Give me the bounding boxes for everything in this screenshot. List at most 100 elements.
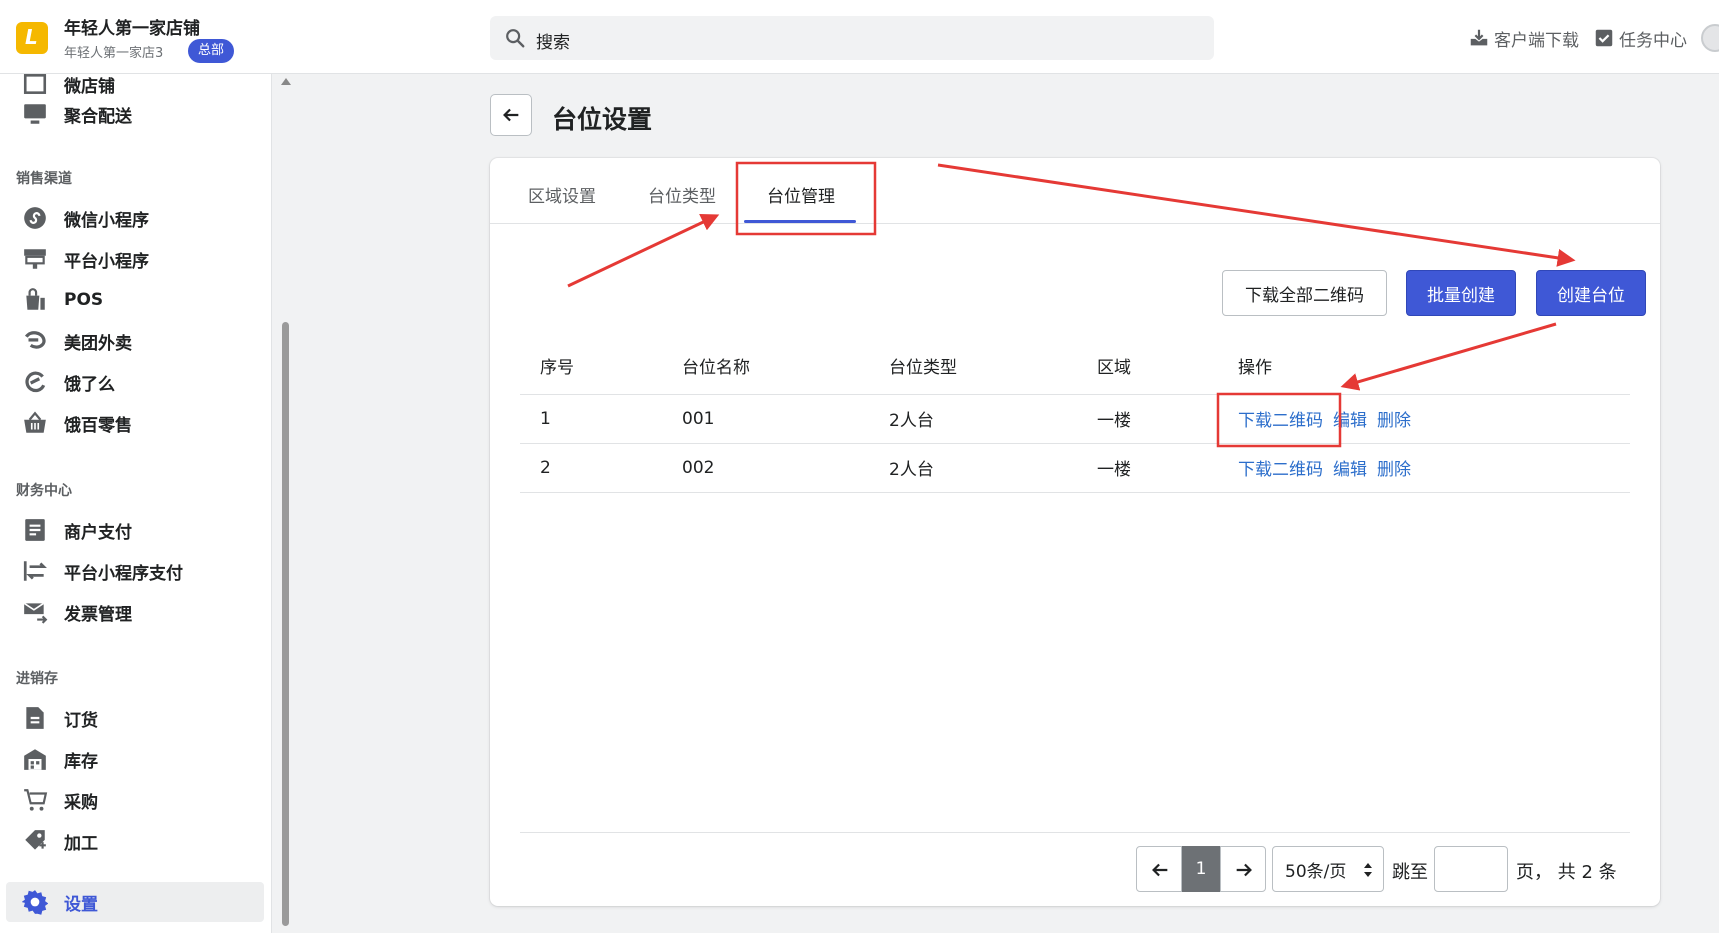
sidebar-item-order[interactable]: 订货 bbox=[0, 698, 262, 738]
cell-actions: 下载二维码 编辑 删除 bbox=[1218, 394, 1630, 444]
sidebar-item-platform-miniprogram[interactable]: 平台小程序 bbox=[0, 239, 262, 279]
create-table-button[interactable]: 创建台位 bbox=[1536, 270, 1646, 316]
sidebar-item-delivery[interactable]: 聚合配送 bbox=[0, 94, 262, 134]
edit-link[interactable]: 编辑 bbox=[1333, 460, 1367, 480]
download-all-qrcode-button[interactable]: 下载全部二维码 bbox=[1222, 270, 1387, 316]
jump-to-label: 跳至 bbox=[1392, 862, 1428, 883]
download-qrcode-link[interactable]: 下载二维码 bbox=[1238, 460, 1323, 480]
arrow-left-icon bbox=[503, 108, 519, 122]
cell-type: 2人台 bbox=[869, 443, 1077, 493]
basket-icon bbox=[24, 411, 46, 433]
arrow-left-icon bbox=[1152, 863, 1168, 877]
invoice-icon bbox=[23, 602, 48, 624]
sidebar-item-processing[interactable]: 加工 bbox=[0, 821, 262, 861]
app-logo bbox=[16, 22, 48, 54]
sidebar-item-label: 订货 bbox=[64, 710, 98, 731]
avatar[interactable] bbox=[1701, 24, 1719, 52]
download-qrcode-link[interactable]: 下载二维码 bbox=[1238, 411, 1323, 431]
shop-subtitle: 年轻人第一家店3 bbox=[64, 46, 164, 61]
cell-index: 1 bbox=[520, 394, 662, 444]
cell-index: 2 bbox=[520, 443, 662, 493]
batch-create-button[interactable]: 批量创建 bbox=[1406, 270, 1516, 316]
tab-area-settings[interactable]: 区域设置 bbox=[528, 182, 596, 207]
delete-link[interactable]: 删除 bbox=[1377, 460, 1411, 480]
column-header-index: 序号 bbox=[520, 338, 662, 395]
column-header-actions: 操作 bbox=[1218, 338, 1630, 395]
purchase-icon bbox=[24, 789, 48, 811]
sidebar-item-wechat-miniprogram[interactable]: 微信小程序 bbox=[0, 198, 262, 238]
sidebar: 微店铺 聚合配送 销售渠道 微信小程序 平台小程序 POS 美团外卖 饿了么 饿… bbox=[0, 74, 272, 933]
cell-type: 2人台 bbox=[869, 394, 1077, 444]
select-caret-icon bbox=[1364, 863, 1372, 877]
pagination-total: 页， 共 2 条 bbox=[1516, 862, 1617, 883]
search-icon bbox=[506, 29, 525, 48]
sidebar-item-merchant-pay[interactable]: 商户支付 bbox=[0, 510, 262, 550]
transfer-icon bbox=[23, 561, 47, 581]
warehouse-icon bbox=[24, 749, 46, 770]
top-actions: 客户端下载 任务中心 bbox=[1468, 24, 1719, 52]
page-title: 台位设置 bbox=[552, 105, 653, 134]
edit-link[interactable]: 编辑 bbox=[1333, 411, 1367, 431]
sidebar-item-label: 平台小程序 bbox=[64, 251, 149, 272]
column-header-type: 台位类型 bbox=[869, 338, 1077, 395]
eleme-icon bbox=[25, 371, 46, 393]
next-page-button[interactable] bbox=[1220, 846, 1266, 892]
gear-icon bbox=[22, 890, 48, 915]
delete-link[interactable]: 删除 bbox=[1377, 411, 1411, 431]
sidebar-item-purchase[interactable]: 采购 bbox=[0, 780, 262, 820]
shop-name[interactable]: 年轻人第一家店铺 bbox=[64, 14, 200, 39]
tab-bar: 区域设置 台位类型 台位管理 bbox=[490, 158, 1660, 224]
table-row: 2 002 2人台 一楼 下载二维码 编辑 删除 bbox=[520, 443, 1630, 493]
column-header-name: 台位名称 bbox=[662, 338, 869, 395]
jump-page-input[interactable] bbox=[1434, 846, 1508, 892]
sidebar-item-settings[interactable]: 设置 bbox=[6, 882, 264, 922]
cell-area: 一楼 bbox=[1077, 394, 1218, 444]
sidebar-item-stock[interactable]: 库存 bbox=[0, 739, 262, 779]
tab-table-type[interactable]: 台位类型 bbox=[648, 182, 716, 207]
search-placeholder: 搜索 bbox=[536, 33, 570, 53]
sidebar-item-invoice[interactable]: 发票管理 bbox=[0, 592, 262, 632]
kiosk-icon bbox=[24, 249, 46, 269]
table-header-row: 序号 台位名称 台位类型 区域 操作 bbox=[520, 338, 1630, 395]
active-tab-indicator bbox=[744, 220, 856, 223]
sidebar-item-ebai[interactable]: 饿百零售 bbox=[0, 403, 262, 443]
sidebar-item-label: 发票管理 bbox=[64, 604, 132, 625]
sidebar-item-label: 聚合配送 bbox=[64, 106, 132, 127]
process-icon bbox=[25, 830, 46, 850]
table-row: 1 001 2人台 一楼 下载二维码 编辑 删除 bbox=[520, 394, 1630, 444]
sidebar-item-eleme[interactable]: 饿了么 bbox=[0, 362, 262, 402]
task-center-label: 任务中心 bbox=[1619, 30, 1687, 51]
task-center-button[interactable]: 任务中心 bbox=[1593, 26, 1687, 51]
tab-table-management[interactable]: 台位管理 bbox=[767, 182, 835, 207]
back-button[interactable] bbox=[490, 94, 532, 136]
content-card: 区域设置 台位类型 台位管理 下载全部二维码 批量创建 创建台位 序号 台位名称… bbox=[490, 158, 1660, 906]
cell-area: 一楼 bbox=[1077, 443, 1218, 493]
sidebar-item-platform-pay[interactable]: 平台小程序支付 bbox=[0, 551, 262, 591]
sidebar-item-label: 设置 bbox=[64, 894, 98, 915]
miniprogram-icon bbox=[24, 207, 46, 229]
sidebar-item-pos[interactable]: POS bbox=[0, 280, 262, 320]
task-icon bbox=[1595, 29, 1613, 47]
sidebar-item-meituan[interactable]: 美团外卖 bbox=[0, 321, 262, 361]
sidebar-item-label: 微信小程序 bbox=[64, 210, 149, 231]
scroll-up-arrow-icon[interactable] bbox=[281, 78, 291, 85]
top-bar: 年轻人第一家店铺 年轻人第一家店3 总部 搜索 客户端下载 任务中心 bbox=[0, 0, 1719, 74]
document-icon bbox=[25, 519, 45, 541]
monitor-icon bbox=[24, 104, 46, 124]
prev-page-button[interactable] bbox=[1136, 846, 1182, 892]
search-input[interactable]: 搜索 bbox=[490, 16, 1214, 60]
column-header-area: 区域 bbox=[1077, 338, 1218, 395]
hq-badge: 总部 bbox=[188, 39, 235, 63]
sidebar-item-label: POS bbox=[64, 290, 104, 310]
scroll-thumb[interactable] bbox=[282, 322, 289, 926]
cell-name: 002 bbox=[662, 443, 869, 493]
page-number-current[interactable]: 1 bbox=[1182, 846, 1220, 892]
page-size-select[interactable]: 50条/页 bbox=[1272, 846, 1384, 892]
download-icon bbox=[1470, 29, 1488, 46]
meituan-icon bbox=[24, 331, 46, 349]
group-inventory: 进销存 bbox=[16, 671, 58, 687]
sidebar-scrollbar[interactable] bbox=[280, 74, 291, 933]
table-list: 序号 台位名称 台位类型 区域 操作 1 001 2人台 一楼 下载二维码 编辑删… bbox=[520, 338, 1630, 493]
client-download-button[interactable]: 客户端下载 bbox=[1468, 26, 1579, 51]
cell-actions: 下载二维码 编辑 删除 bbox=[1218, 443, 1630, 493]
